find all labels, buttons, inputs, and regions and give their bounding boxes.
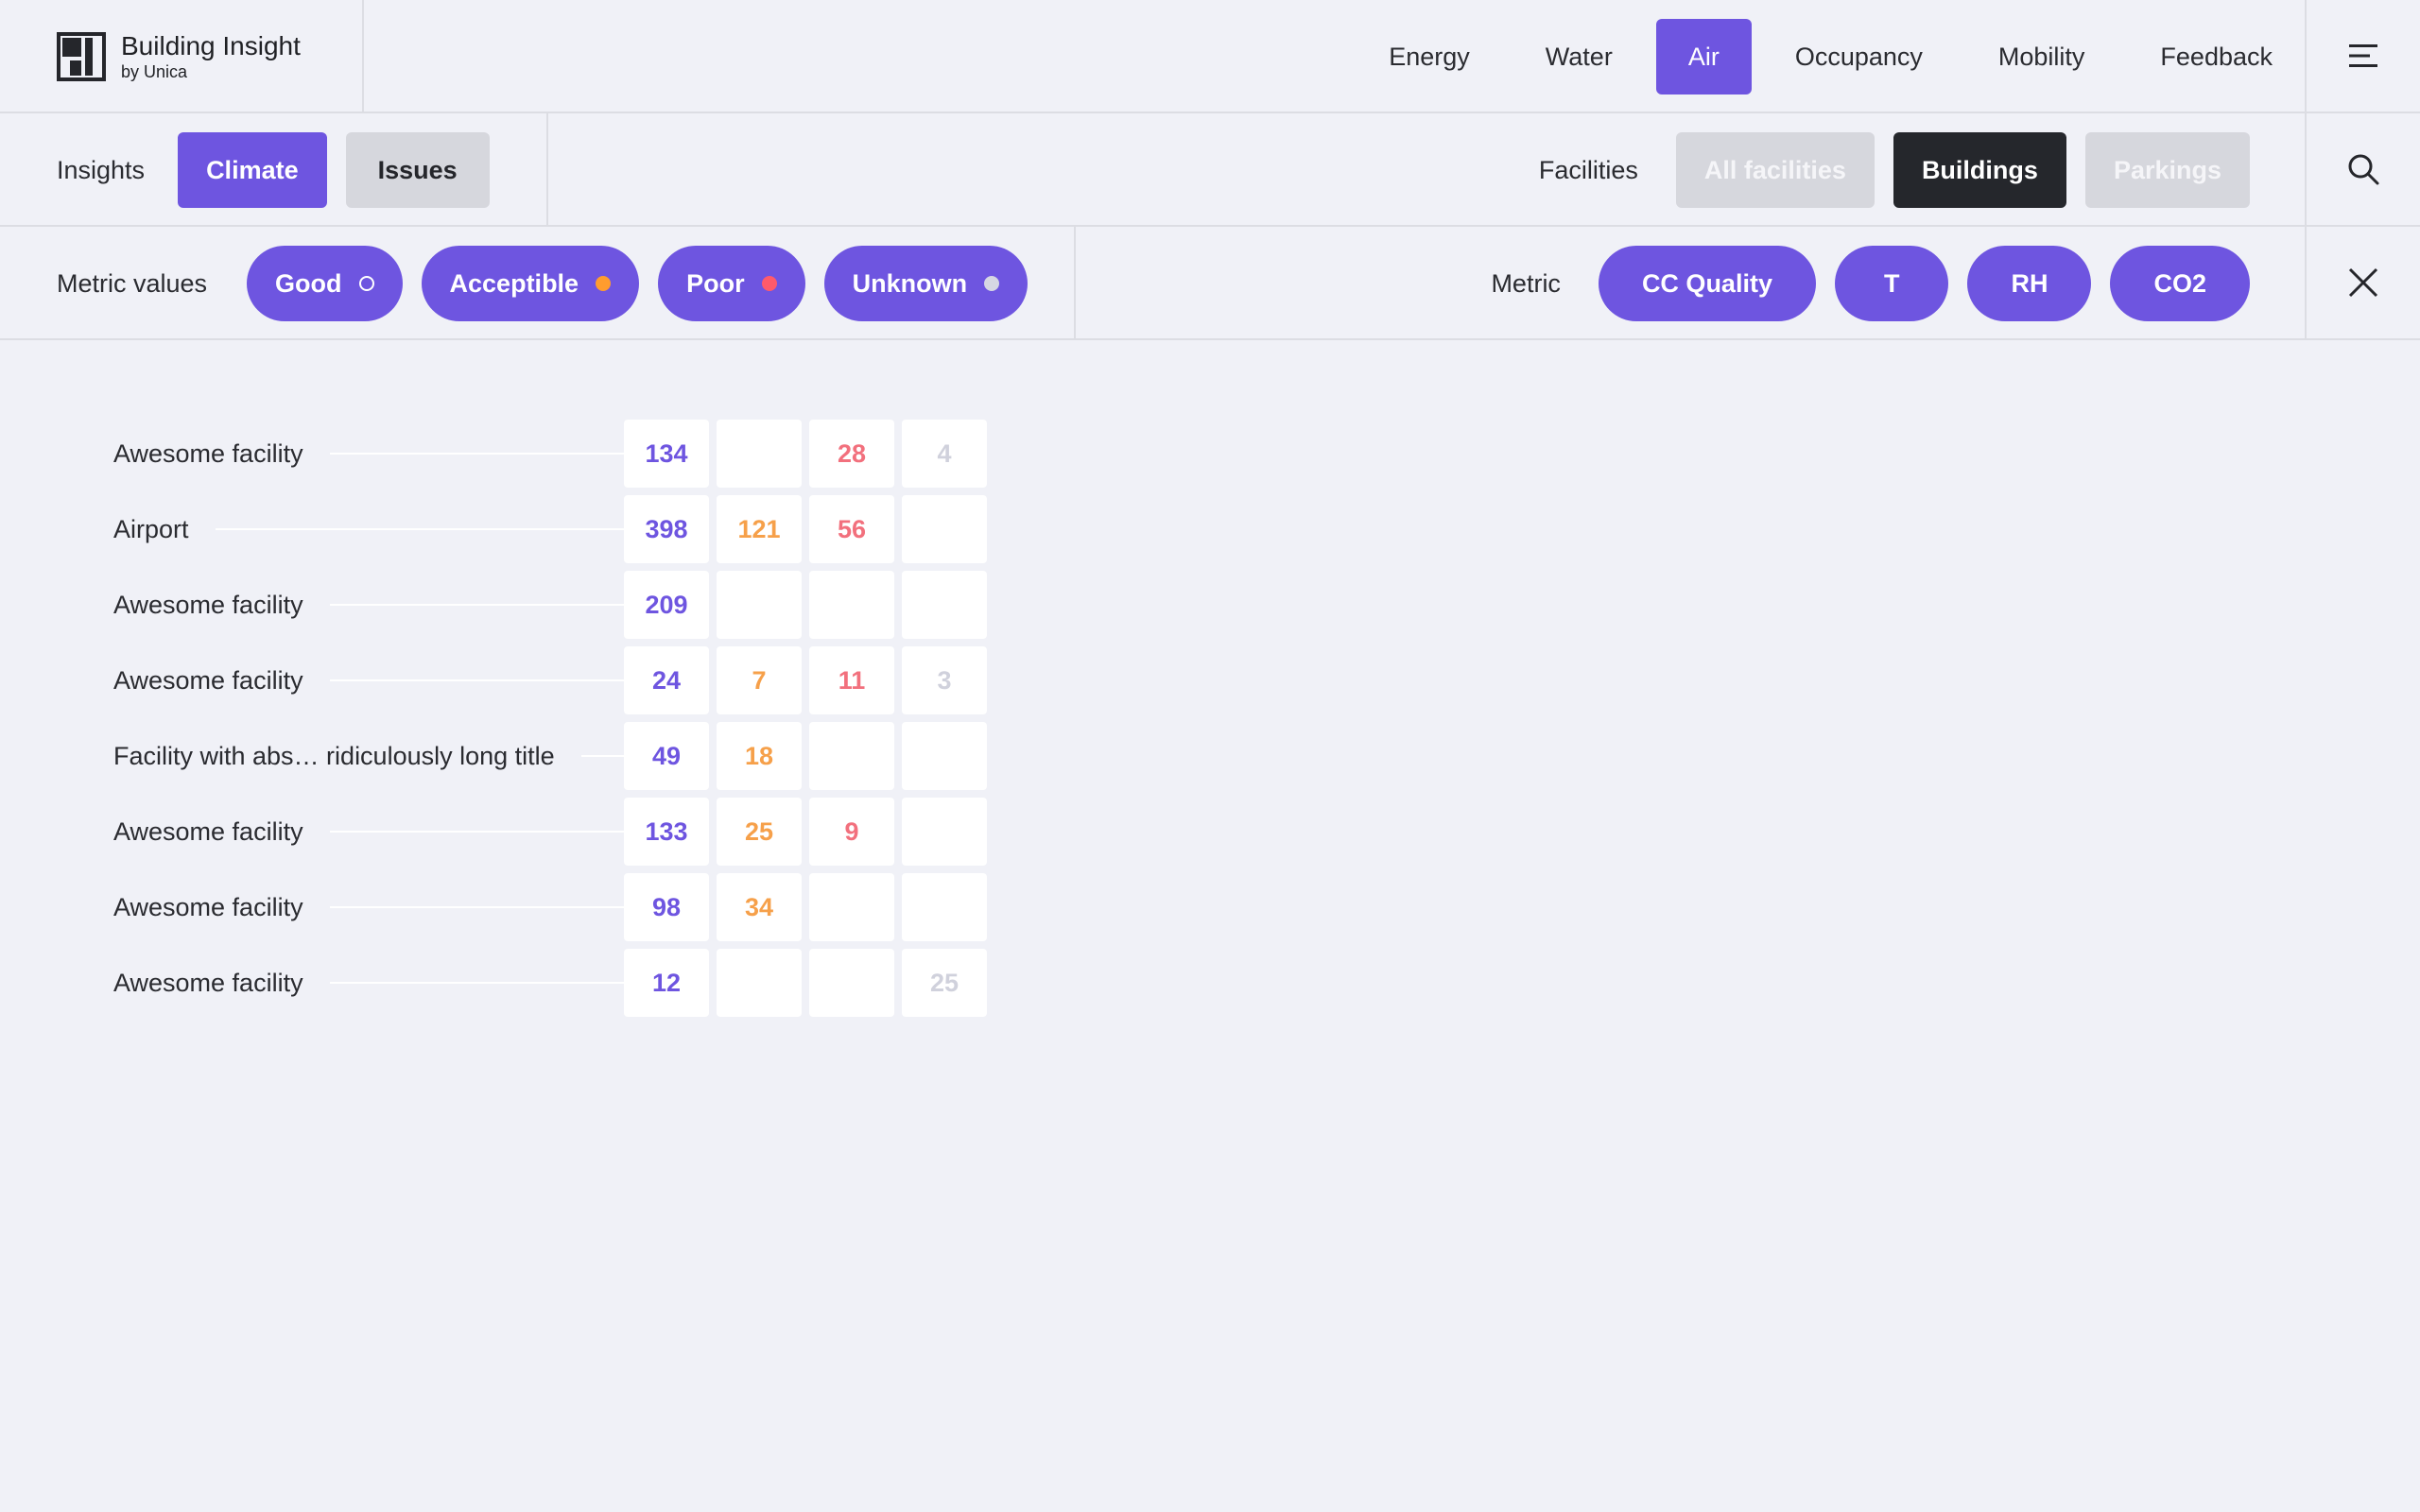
count-cell-acceptible[interactable]: 18 [717,722,802,790]
metric-cc-quality[interactable]: CC Quality [1598,246,1816,321]
insights-bar: Insights Climate Issues Facilities All f… [0,113,2420,227]
divider [362,0,364,112]
count-cell-good[interactable]: 398 [624,495,709,563]
nav-air[interactable]: Air [1655,19,1752,94]
facility-name: Awesome facility [113,666,303,695]
row-connector-line [330,831,624,833]
filter-acceptible-label: Acceptible [449,268,579,298]
nav-water[interactable]: Water [1513,19,1645,94]
good-dot-icon [358,276,374,291]
count-cell-poor[interactable]: 28 [809,420,894,488]
menu-button[interactable] [2307,0,2420,112]
row-connector-line [330,982,624,984]
count-cell-good[interactable]: 12 [624,949,709,1017]
facility-name: Awesome facility [113,591,303,619]
count-cell-good[interactable]: 133 [624,798,709,866]
filter-unknown-label: Unknown [852,268,968,298]
count-cell-good[interactable]: 209 [624,571,709,639]
close-button[interactable] [2307,227,2420,338]
nav-feedback[interactable]: Feedback [2128,19,2305,94]
row-connector-line [330,604,624,606]
count-cell-good[interactable]: 98 [624,873,709,941]
row-connector-line [330,679,624,681]
metric-rh[interactable]: RH [1967,246,2092,321]
acceptible-dot-icon [596,276,612,291]
count-cell-acceptible[interactable]: 121 [717,495,802,563]
facility-name: Awesome facility [113,817,303,846]
count-cell-poor[interactable]: 9 [809,798,894,866]
count-cell-acceptible[interactable]: 25 [717,798,802,866]
close-icon [2348,267,2378,298]
count-cell-poor[interactable] [809,873,894,941]
facility-name: Facility with abs… ridiculously long tit… [113,742,555,770]
count-cell-unknown[interactable]: 25 [902,949,987,1017]
count-cell-acceptible[interactable] [717,420,802,488]
facility-parkings[interactable]: Parkings [2084,132,2250,208]
filter-poor-label: Poor [686,268,745,298]
poor-dot-icon [761,276,777,291]
divider [1074,227,1076,338]
facility-name: Awesome facility [113,893,303,921]
top-navigation-bar: Building Insight by Unica Energy Water A… [0,0,2420,113]
search-icon [2348,154,2379,185]
count-cell-unknown[interactable] [902,798,987,866]
divider [546,113,548,225]
count-cell-unknown[interactable] [902,873,987,941]
filter-acceptible[interactable]: Acceptible [421,246,640,321]
metric-label: Metric [1491,268,1561,298]
facility-buildings[interactable]: Buildings [1893,132,2066,208]
count-cell-unknown[interactable] [902,495,987,563]
nav-mobility[interactable]: Mobility [1966,19,2118,94]
insights-label: Insights [57,155,146,184]
count-cell-acceptible[interactable]: 34 [717,873,802,941]
count-cell-poor[interactable] [809,949,894,1017]
count-cell-unknown[interactable] [902,722,987,790]
count-cell-unknown[interactable]: 3 [902,646,987,714]
metric-co2[interactable]: CO2 [2110,246,2250,321]
search-button[interactable] [2307,113,2420,225]
metric-values-label: Metric values [57,268,208,298]
count-cell-poor[interactable]: 56 [809,495,894,563]
metric-t[interactable]: T [1834,246,1949,321]
brand[interactable]: Building Insight by Unica [57,31,301,82]
brand-name: Building Insight [121,31,301,60]
nav-occupancy[interactable]: Occupancy [1763,19,1955,94]
count-cell-good[interactable]: 134 [624,420,709,488]
filter-unknown[interactable]: Unknown [823,246,1028,321]
filter-good-label: Good [275,268,342,298]
count-cell-poor[interactable] [809,722,894,790]
count-cell-poor[interactable]: 11 [809,646,894,714]
building-insight-logo-icon [57,32,106,81]
count-cell-good[interactable]: 49 [624,722,709,790]
unknown-dot-icon [984,276,1000,291]
row-connector-line [581,755,624,757]
facilities-label: Facilities [1538,155,1638,184]
count-cell-acceptible[interactable] [717,949,802,1017]
tab-issues[interactable]: Issues [345,132,490,208]
facility-all[interactable]: All facilities [1675,132,1875,208]
nav-energy[interactable]: Energy [1357,19,1502,94]
count-cell-poor[interactable] [809,571,894,639]
filter-good[interactable]: Good [247,246,403,321]
row-connector-line [330,453,624,455]
row-connector-line [330,906,624,908]
filter-poor[interactable]: Poor [658,246,805,321]
count-cell-unknown[interactable] [902,571,987,639]
facility-name: Awesome facility [113,439,303,468]
menu-lines-icon [2349,44,2377,67]
facility-name: Awesome facility [113,969,303,997]
count-cell-acceptible[interactable]: 7 [717,646,802,714]
row-connector-line [216,528,624,530]
count-cell-acceptible[interactable] [717,571,802,639]
tab-climate[interactable]: Climate [178,132,327,208]
count-cell-unknown[interactable]: 4 [902,420,987,488]
main-nav: Energy Water Air Occupancy Mobility Feed… [1345,19,2305,94]
count-cell-good[interactable]: 24 [624,646,709,714]
facility-name: Airport [113,515,189,543]
filter-bar: Metric values Good Acceptible Poor Unkno… [0,227,2420,340]
brand-subtitle: by Unica [121,62,188,81]
